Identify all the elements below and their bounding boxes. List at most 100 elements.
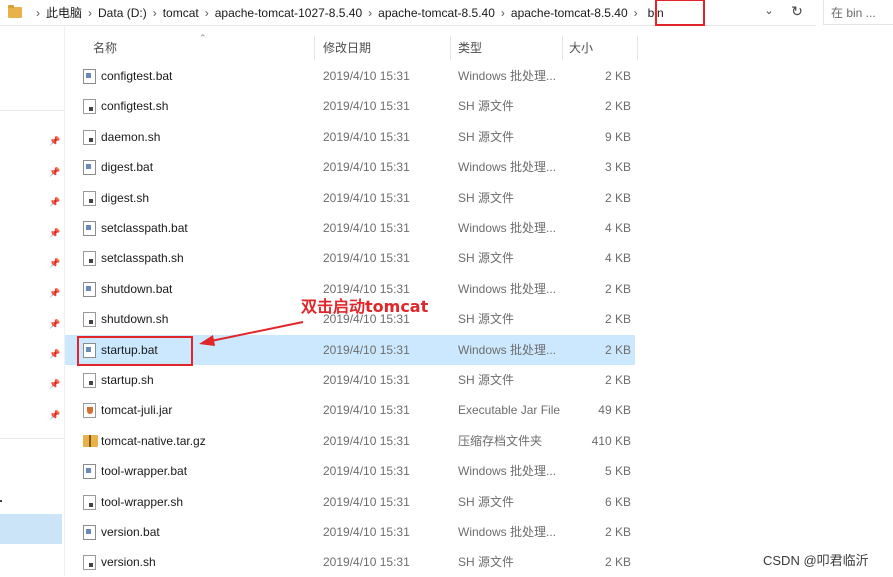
file-type: Windows 批处理... — [458, 525, 557, 539]
breadcrumb-drive-d[interactable]: Data (D:) — [98, 6, 147, 20]
chevron-right-icon[interactable]: › — [205, 6, 209, 20]
file-date: 2019/4/10 15:31 — [323, 191, 410, 205]
file-row[interactable]: version.bat 2019/4/10 15:31 Windows 批处理...… — [65, 517, 635, 547]
file-name: version.sh — [101, 555, 156, 569]
file-row[interactable]: digest.sh 2019/4/10 15:31 SH 源文件 2 KB — [65, 183, 635, 213]
file-name: tomcat-juli.jar — [101, 403, 173, 417]
column-separator[interactable] — [450, 36, 451, 60]
jar-file-icon — [83, 403, 96, 418]
breadcrumb-tomcat-8540-a[interactable]: apache-tomcat-8.5.40 — [378, 6, 495, 20]
file-size: 2 KB — [604, 191, 631, 205]
file-row[interactable]: setclasspath.bat 2019/4/10 15:31 Windows 批… — [65, 213, 635, 243]
file-date: 2019/4/10 15:31 — [323, 343, 410, 357]
file-row[interactable]: tool-wrapper.bat 2019/4/10 15:31 Windows 批… — [65, 456, 635, 486]
divider — [0, 438, 64, 439]
file-name: tool-wrapper.sh — [101, 495, 184, 509]
pin-icon[interactable]: 📌 — [49, 197, 60, 207]
refresh-icon[interactable]: ↻ — [789, 3, 805, 21]
file-row[interactable]: configtest.bat 2019/4/10 15:31 Windows 批处理… — [65, 61, 635, 91]
search-placeholder: 在 bin ... — [831, 5, 876, 20]
file-row[interactable]: tomcat-juli.jar 2019/4/10 15:31 Executable… — [65, 395, 635, 425]
file-type: Windows 批处理... — [458, 464, 557, 478]
file-size: 2 KB — [604, 525, 631, 539]
file-name: daemon.sh — [101, 130, 161, 144]
column-separator[interactable] — [314, 36, 315, 60]
pin-icon[interactable]: 📌 — [49, 167, 60, 177]
chevron-right-icon[interactable]: › — [634, 6, 638, 20]
chevron-down-icon[interactable]: ⌄ — [762, 4, 776, 20]
file-size: 2 KB — [604, 373, 631, 387]
file-date: 2019/4/10 15:31 — [323, 373, 410, 387]
file-name: tomcat-native.tar.gz — [101, 434, 206, 448]
pin-icon[interactable]: 📌 — [49, 319, 60, 329]
pin-icon[interactable]: 📌 — [49, 288, 60, 298]
pin-icon[interactable]: 📌 — [49, 410, 60, 420]
pin-icon[interactable]: 📌 — [49, 228, 60, 238]
file-date: 2019/4/10 15:31 — [323, 464, 410, 478]
file-type: Windows 批处理... — [458, 160, 557, 174]
chevron-right-icon[interactable]: › — [501, 6, 505, 20]
column-header-type[interactable]: 类型 — [458, 36, 482, 60]
file-type: SH 源文件 — [458, 99, 515, 113]
breadcrumb-tomcat-1027[interactable]: apache-tomcat-1027-8.5.40 — [215, 6, 362, 20]
pin-icon[interactable]: 📌 — [49, 258, 60, 268]
chevron-right-icon[interactable]: › — [36, 6, 40, 20]
bat-file-icon — [83, 525, 96, 540]
bat-file-icon — [83, 69, 96, 84]
file-row[interactable]: tool-wrapper.sh 2019/4/10 15:31 SH 源文件 6 KB — [65, 487, 635, 517]
file-date: 2019/4/10 15:31 — [323, 251, 410, 265]
pin-icon[interactable]: 📌 — [49, 379, 60, 389]
file-name: shutdown.sh — [101, 312, 169, 326]
archive-folder-icon — [83, 435, 98, 447]
column-separator[interactable] — [637, 36, 638, 60]
bat-file-icon — [83, 160, 96, 175]
file-row[interactable]: setclasspath.sh 2019/4/10 15:31 SH 源文件 4 KB — [65, 243, 635, 273]
file-date: 2019/4/10 15:31 — [323, 495, 410, 509]
file-row[interactable]: tomcat-native.tar.gz 2019/4/10 15:31 压缩存档文… — [65, 426, 635, 456]
column-separator[interactable] — [562, 36, 563, 60]
sh-file-icon — [83, 251, 96, 266]
navigation-pane[interactable]: 📌 📌 📌 📌 📌 📌 📌 📌 📌 📌 — [0, 26, 64, 576]
file-type: SH 源文件 — [458, 495, 515, 509]
column-header-size[interactable]: 大小 — [569, 36, 593, 60]
file-name: digest.sh — [101, 191, 150, 205]
sh-file-icon — [83, 130, 96, 145]
divider — [0, 110, 64, 111]
pin-icon[interactable]: 📌 — [49, 349, 60, 359]
sh-file-icon — [83, 312, 96, 327]
breadcrumb-tomcat-8540-b[interactable]: apache-tomcat-8.5.40 — [511, 6, 628, 20]
file-row[interactable]: startup.sh 2019/4/10 15:31 SH 源文件 2 KB — [65, 365, 635, 395]
chevron-right-icon[interactable]: › — [368, 6, 372, 20]
file-date: 2019/4/10 15:31 — [323, 99, 410, 113]
file-type: 压缩存档文件夹 — [458, 434, 543, 448]
file-row[interactable]: daemon.sh 2019/4/10 15:31 SH 源文件 9 KB — [65, 122, 635, 152]
breadcrumb-this-pc[interactable]: 此电脑 — [46, 4, 82, 21]
file-name: configtest.bat — [101, 69, 173, 83]
nav-selected-item[interactable] — [0, 514, 62, 544]
chevron-right-icon[interactable]: › — [88, 6, 92, 20]
file-row[interactable]: digest.bat 2019/4/10 15:31 Windows 批处理... 3… — [65, 152, 635, 182]
breadcrumb-tomcat[interactable]: tomcat — [163, 6, 199, 20]
search-input[interactable]: 在 bin ... — [823, 0, 893, 25]
file-row[interactable]: version.sh 2019/4/10 15:31 SH 源文件 2 KB — [65, 547, 635, 577]
bat-file-icon — [83, 464, 96, 479]
file-name: startup.sh — [101, 373, 154, 387]
file-date: 2019/4/10 15:31 — [323, 403, 410, 417]
file-row[interactable]: configtest.sh 2019/4/10 15:31 SH 源文件 2 KB — [65, 91, 635, 121]
file-type: Windows 批处理... — [458, 221, 557, 235]
file-name: tool-wrapper.bat — [101, 464, 188, 478]
watermark: CSDN @叩君临沂 — [763, 553, 869, 568]
file-type: SH 源文件 — [458, 130, 515, 144]
file-date: 2019/4/10 15:31 — [323, 555, 410, 569]
chevron-right-icon[interactable]: › — [153, 6, 157, 20]
file-size: 5 KB — [604, 464, 631, 478]
column-header-name[interactable]: 名称 — [93, 36, 117, 60]
bin-highlight-box — [655, 0, 705, 26]
pin-icon[interactable]: 📌 — [49, 136, 60, 146]
file-type: Executable Jar File — [458, 403, 561, 417]
column-header-date[interactable]: 修改日期 — [323, 36, 371, 60]
file-name: setclasspath.bat — [101, 221, 188, 235]
file-size: 2 KB — [604, 555, 631, 569]
breadcrumb: › 此电脑 › Data (D:) › tomcat › apache-tomc… — [30, 0, 668, 25]
sort-ascending-icon: ⌃ — [199, 33, 207, 43]
